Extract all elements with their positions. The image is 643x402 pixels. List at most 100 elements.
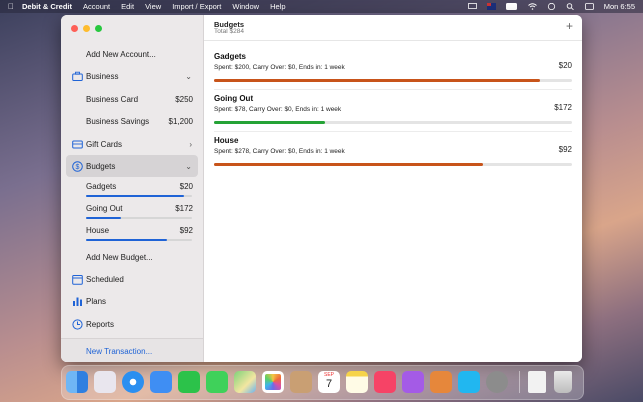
window-controls	[71, 25, 102, 32]
budget-details: Spent: $200, Carry Over: $0, Ends in: 1 …	[214, 64, 345, 71]
budget-name: Gadgets	[214, 52, 247, 61]
debit-credit-icon[interactable]	[430, 371, 452, 393]
menu-import-export[interactable]: Import / Export	[172, 2, 221, 11]
contacts-icon[interactable]	[290, 371, 312, 393]
budget-progress-bar	[214, 79, 572, 82]
svg-text:$: $	[76, 164, 80, 171]
sidebar-item-label: Gift Cards	[86, 140, 123, 149]
budget-progress-fill	[214, 121, 325, 124]
sidebar-item-budgets[interactable]: $ Budgets ⌄	[66, 155, 198, 177]
document-icon[interactable]	[528, 371, 546, 393]
mail-icon[interactable]	[150, 371, 172, 393]
add-account-label: Add New Account...	[86, 50, 156, 59]
user-icon[interactable]	[547, 3, 556, 10]
budget-name: Going Out	[214, 94, 254, 103]
sidebar-item-label: Plans	[86, 297, 107, 306]
account-name: Business Savings	[86, 117, 150, 126]
sidebar-footer: New Transaction...	[61, 338, 203, 362]
menu-account[interactable]: Account	[83, 2, 110, 11]
chevron-right-icon[interactable]: ›	[189, 140, 192, 149]
budget-name: Gadgets	[86, 182, 117, 191]
budget-name: House	[214, 136, 239, 145]
budget-name: House	[86, 226, 110, 235]
zoom-window-button[interactable]	[95, 25, 102, 32]
sidebar-item-business[interactable]: Business ⌄	[61, 71, 203, 82]
add-budget-button[interactable]: Add New Budget...	[61, 252, 203, 263]
sidebar-item-scheduled[interactable]: Scheduled	[61, 274, 203, 285]
app-store-icon[interactable]	[458, 371, 480, 393]
sidebar-budget-house[interactable]: House $92	[61, 225, 203, 236]
sidebar-item-business-card[interactable]: Business Card $250	[61, 94, 203, 105]
dock-separator	[519, 371, 520, 393]
chevron-down-icon[interactable]: ⌄	[185, 72, 192, 81]
add-budget-plus-icon[interactable]: +	[566, 20, 573, 32]
photos-icon[interactable]	[262, 371, 284, 393]
finder-icon[interactable]	[66, 371, 88, 393]
menu-help[interactable]: Help	[270, 2, 285, 11]
system-preferences-icon[interactable]	[486, 371, 508, 393]
wifi-icon[interactable]	[527, 3, 537, 10]
page-subtitle: Total $284	[214, 28, 244, 35]
facetime-icon[interactable]	[178, 371, 200, 393]
budgets-panel: Budgets Total $284 + Gadgets Spent: $200…	[204, 15, 582, 362]
chevron-down-icon[interactable]: ⌄	[185, 162, 192, 171]
new-transaction-button[interactable]: New Transaction...	[86, 347, 152, 356]
messages-icon[interactable]	[206, 371, 228, 393]
trash-icon[interactable]	[554, 371, 572, 393]
budget-progress-bar	[214, 121, 572, 124]
budget-progress-fill	[214, 79, 540, 82]
budget-details: Spent: $278, Carry Over: $0, Ends in: 1 …	[214, 148, 345, 155]
apple-menu-icon[interactable]: 	[0, 2, 22, 11]
dock: SEP 7	[61, 365, 584, 400]
budget-details: Spent: $78, Carry Over: $0, Ends in: 1 w…	[214, 106, 342, 113]
menu-bar:  Debit & Credit Account Edit View Impor…	[0, 0, 643, 13]
budget-amount: $172	[175, 204, 193, 213]
menu-edit[interactable]: Edit	[121, 2, 134, 11]
sidebar-item-plans[interactable]: Plans	[61, 296, 203, 307]
sidebar-item-reports[interactable]: Reports	[61, 319, 203, 330]
budget-amount: $92	[179, 226, 193, 235]
account-balance: $250	[175, 95, 193, 104]
app-menu[interactable]: Debit & Credit	[22, 2, 72, 11]
menu-view[interactable]: View	[145, 2, 161, 11]
budget-remaining: $172	[554, 103, 572, 112]
sidebar-budget-gadgets[interactable]: Gadgets $20	[61, 181, 203, 192]
music-icon[interactable]	[374, 371, 396, 393]
close-window-button[interactable]	[71, 25, 78, 32]
sidebar-item-label: Reports	[86, 320, 115, 329]
budget-progress-fill	[86, 239, 167, 241]
screen-mirroring-icon[interactable]	[467, 3, 477, 10]
launchpad-icon[interactable]	[94, 371, 116, 393]
row-divider	[214, 131, 572, 132]
calendar-icon	[72, 275, 83, 285]
sidebar-item-business-savings[interactable]: Business Savings $1,200	[61, 116, 203, 127]
budget-progress-fill	[86, 217, 121, 219]
budget-progress-bar	[214, 163, 572, 166]
calendar-icon[interactable]: SEP 7	[318, 371, 340, 393]
budget-name: Going Out	[86, 204, 123, 213]
status-area: Mon 6:55	[467, 0, 635, 13]
spotlight-search-icon[interactable]	[566, 3, 575, 10]
bar-chart-icon	[73, 297, 82, 306]
notes-icon[interactable]	[346, 371, 368, 393]
safari-icon[interactable]	[122, 371, 144, 393]
control-center-icon[interactable]	[584, 3, 594, 10]
budget-progress-bar	[86, 195, 192, 197]
menu-window[interactable]: Window	[232, 2, 259, 11]
app-window: Add New Account... Business ⌄ Business C…	[61, 15, 582, 362]
budget-progress-fill	[214, 163, 483, 166]
minimize-window-button[interactable]	[83, 25, 90, 32]
add-budget-label: Add New Budget...	[86, 253, 153, 262]
input-source-flag-icon[interactable]	[486, 3, 496, 10]
budget-progress-fill	[86, 195, 184, 197]
maps-icon[interactable]	[234, 371, 256, 393]
add-account-button[interactable]: Add New Account...	[61, 49, 203, 60]
budget-remaining: $92	[558, 145, 572, 154]
battery-icon[interactable]	[505, 3, 518, 10]
sidebar-budget-going-out[interactable]: Going Out $172	[61, 203, 203, 214]
sidebar: Add New Account... Business ⌄ Business C…	[61, 15, 204, 362]
row-divider	[214, 89, 572, 90]
clock[interactable]: Mon 6:55	[604, 2, 635, 11]
sidebar-item-gift-cards[interactable]: Gift Cards ›	[61, 139, 203, 150]
podcasts-icon[interactable]	[402, 371, 424, 393]
